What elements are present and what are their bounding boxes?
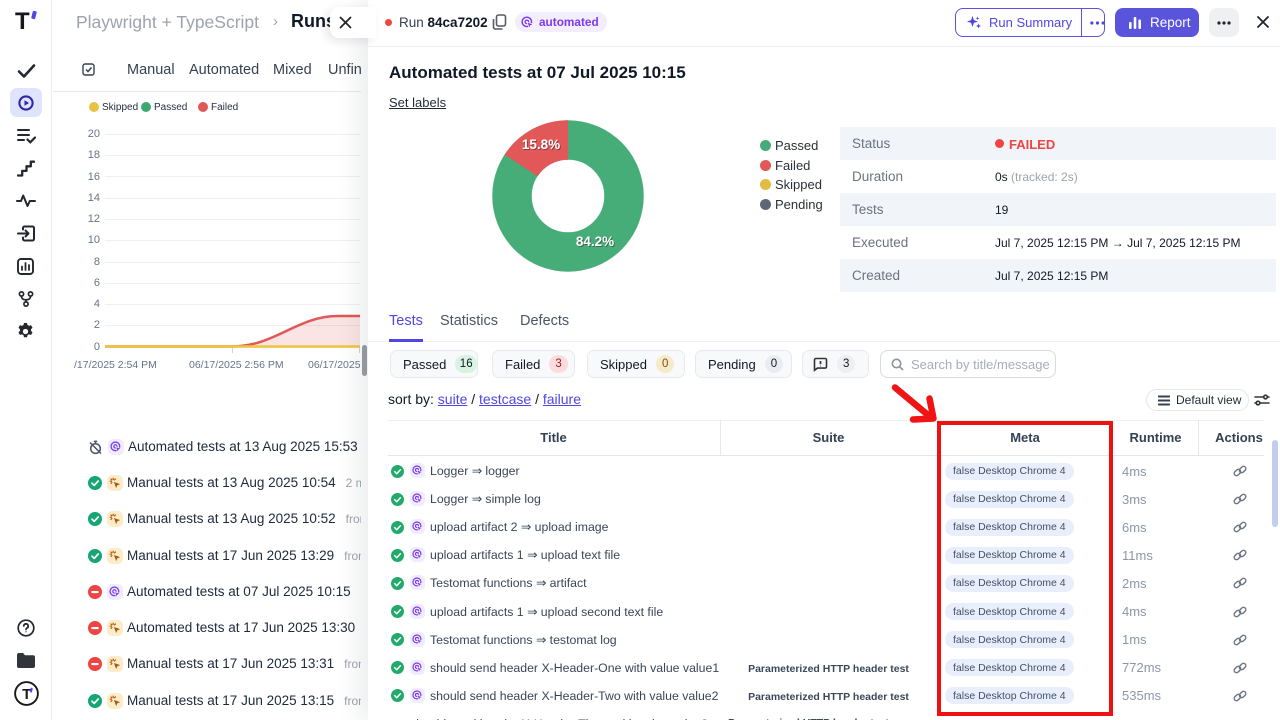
svg-text:T: T — [22, 686, 31, 703]
svg-text:15.8%: 15.8% — [522, 137, 560, 152]
svg-text:84.2%: 84.2% — [576, 234, 614, 249]
